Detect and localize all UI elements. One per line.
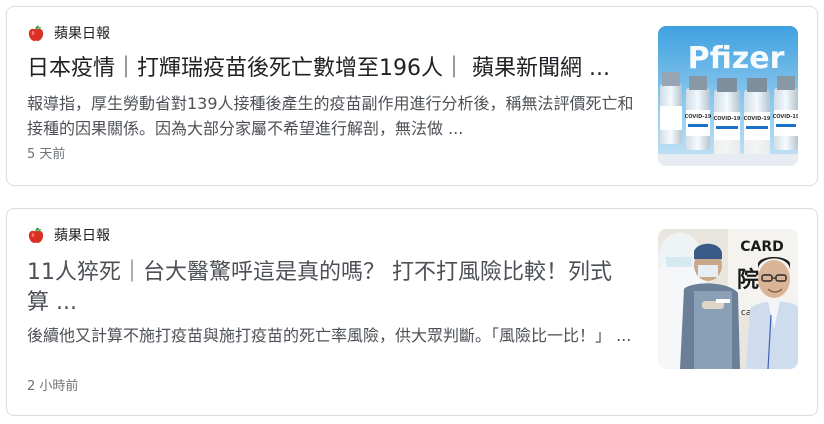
- news-thumbnail[interactable]: Pfizer COVID-19 COVID-19 COVID-19 COVID-…: [658, 26, 798, 166]
- news-snippet: 後續他又計算不施打疫苗與施打疫苗的死亡率風險，供大眾判斷。「風險比一比！」 ..…: [27, 326, 632, 345]
- news-thumbnail[interactable]: CARD 院 cal Tri: [658, 229, 798, 369]
- svg-text:COVID-19: COVID-19: [685, 114, 712, 120]
- svg-text:COVID-19: COVID-19: [773, 114, 798, 120]
- source-name: 蘋果日報: [54, 228, 110, 244]
- news-result-card[interactable]: 蘋果日報 11人猝死｜台大醫驚呼這是真的嗎？ 打不打風險比較！列式算 ... 後…: [6, 208, 818, 416]
- news-source: 蘋果日報: [27, 227, 110, 245]
- pfizer-vials-image: Pfizer COVID-19 COVID-19 COVID-19 COVID-…: [658, 26, 798, 166]
- news-result-card[interactable]: 蘋果日報 日本疫情｜打輝瑞疫苗後死亡數增至196人｜ 蘋果新聞網 ... 報導指…: [6, 6, 818, 186]
- news-headline-link[interactable]: 日本疫情｜打輝瑞疫苗後死亡數增至196人｜ 蘋果新聞網 ...: [27, 54, 627, 84]
- news-snippet: 報導指，厚生勞動省對139人接種後產生的疫苗副作用進行分析後，稱無法評價死亡和接…: [27, 94, 634, 138]
- apple-daily-logo-icon: [28, 227, 44, 243]
- news-headline-link[interactable]: 11人猝死｜台大醫驚呼這是真的嗎？ 打不打風險比較！列式算 ...: [27, 258, 627, 318]
- publish-age: 5 天前: [27, 147, 66, 162]
- source-name: 蘋果日報: [54, 26, 110, 42]
- news-results-feed: 蘋果日報 日本疫情｜打輝瑞疫苗後死亡數增至196人｜ 蘋果新聞網 ... 報導指…: [0, 0, 824, 424]
- sign-text: CARD: [740, 239, 784, 255]
- apple-daily-logo-icon: [28, 25, 44, 41]
- pfizer-brand-text: Pfizer: [688, 41, 785, 76]
- svg-text:COVID-19: COVID-19: [714, 116, 741, 122]
- news-source: 蘋果日報: [27, 25, 110, 43]
- publish-age: 2 小時前: [27, 379, 79, 394]
- vaccination-scene-image: CARD 院 cal Tri: [658, 229, 798, 369]
- svg-text:COVID-19: COVID-19: [744, 116, 771, 122]
- svg-text:院: 院: [737, 267, 759, 293]
